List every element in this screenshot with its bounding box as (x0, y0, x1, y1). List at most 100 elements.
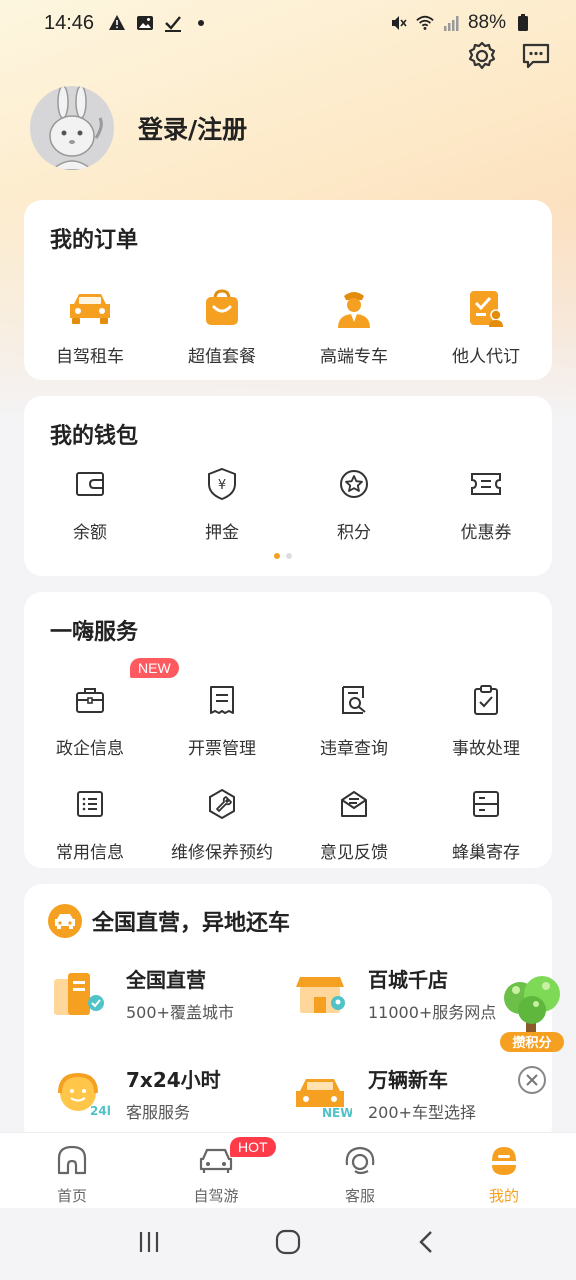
message-chat-icon[interactable] (520, 40, 552, 72)
wallet-label: 优惠券 (460, 523, 512, 543)
wallet-label: 余额 (73, 523, 107, 543)
store-icon (290, 966, 354, 1022)
service-label: 事故处理 (452, 739, 520, 759)
features-title: 全国直营，异地还车 (92, 911, 291, 936)
order-label: 高端专车 (320, 347, 388, 367)
bottom-navigation: 首页 HOT 自驾游 客服 我的 (0, 1132, 576, 1208)
violation-search-icon (339, 680, 369, 720)
feature-subtitle: 200+车型选择 (368, 1103, 476, 1122)
feature-title: 万辆新车 (368, 1068, 448, 1092)
tab-self-drive-tour[interactable]: HOT 自驾游 (144, 1133, 288, 1208)
points-star-icon (338, 464, 370, 504)
wifi-icon (416, 14, 434, 32)
service-label: 意见反馈 (320, 843, 388, 863)
service-violation-query[interactable]: 违章查询 (288, 680, 420, 759)
back-icon[interactable] (414, 1229, 440, 1259)
clipboard-check-icon (471, 680, 501, 720)
home-button-icon[interactable] (274, 1228, 302, 1260)
wallet-balance[interactable]: 余额 (24, 464, 156, 543)
new-car-icon: NEW (290, 1066, 354, 1122)
order-self-drive[interactable]: 自驾租车 (24, 288, 156, 367)
feature-subtitle: 11000+服务网点 (368, 1003, 497, 1022)
image-icon (136, 14, 154, 32)
service-invoice[interactable]: 开票管理 (156, 680, 288, 759)
invoice-icon (207, 680, 237, 720)
chauffeur-icon (335, 288, 373, 328)
tab-mine[interactable]: 我的 (432, 1133, 576, 1208)
page-dot-active (274, 553, 280, 559)
tab-label: 首页 (56, 1187, 87, 1205)
order-book-for-others[interactable]: 他人代订 (420, 288, 552, 367)
support-24h-icon: 24h (48, 1066, 112, 1122)
briefcase-icon (74, 680, 106, 720)
feedback-mail-icon (338, 784, 370, 824)
features-header: 全国直营，异地还车 (48, 904, 290, 938)
profile-section[interactable]: 登录/注册 (30, 86, 247, 170)
recent-apps-icon[interactable] (136, 1229, 162, 1259)
service-locker-storage[interactable]: 蜂巢寄存 (420, 784, 552, 863)
home-icon (55, 1143, 89, 1181)
page-dot (286, 553, 292, 559)
feature-24h-service: 24h 7x24小时 客服服务 (48, 1064, 221, 1123)
service-maintenance[interactable]: 维修保养预约 (156, 784, 288, 863)
profile-icon (487, 1143, 521, 1181)
login-register-link[interactable]: 登录/注册 (138, 110, 247, 146)
wallet-label: 积分 (337, 523, 371, 543)
services-title: 一嗨服务 (50, 620, 139, 645)
feature-subtitle: 500+覆盖城市 (126, 1003, 234, 1022)
features-card: 全国直营，异地还车 全国直营 500+覆盖城市 百城千店 11000+服务网点 … (24, 884, 552, 1144)
feature-new-cars: NEW 万辆新车 200+车型选择 (290, 1064, 476, 1123)
services-card: 一嗨服务 NEW 政企信息 开票管理 违章查询 事故处理 常用信息 维修保养预约… (24, 592, 552, 868)
shopping-bag-icon (203, 288, 241, 328)
building-icon (48, 966, 112, 1022)
mute-icon (390, 14, 408, 32)
tab-home[interactable]: 首页 (0, 1133, 144, 1208)
service-common-info[interactable]: 常用信息 (24, 784, 156, 863)
service-label: 蜂巢寄存 (452, 843, 520, 863)
headset-icon (342, 1143, 378, 1181)
order-value-package[interactable]: 超值套餐 (156, 288, 288, 367)
hot-badge: HOT (230, 1137, 276, 1157)
locker-icon (471, 784, 501, 824)
svg-text:¥: ¥ (218, 478, 226, 493)
page-indicator (274, 553, 292, 559)
wallet-card: 我的钱包 余额 ¥ 押金 积分 优惠券 (24, 396, 552, 576)
wallet-label: 押金 (205, 523, 239, 543)
battery-icon (514, 14, 532, 32)
earn-points-widget[interactable]: 攒积分 (496, 968, 568, 1056)
car-outline-icon (198, 1143, 234, 1181)
warning-icon (108, 14, 126, 32)
svg-text:24h: 24h (90, 1104, 110, 1118)
dot-icon (192, 14, 210, 32)
system-navigation-bar (0, 1208, 576, 1280)
car-badge-icon (48, 904, 82, 938)
svg-text:NEW: NEW (322, 1106, 352, 1119)
feature-title: 全国直营 (126, 968, 206, 992)
service-accident[interactable]: 事故处理 (420, 680, 552, 759)
battery-percent: 88% (467, 12, 506, 33)
service-enterprise-info[interactable]: 政企信息 (24, 680, 156, 759)
wallet-coupons[interactable]: 优惠券 (420, 464, 552, 543)
status-time: 14:46 (44, 11, 95, 34)
feature-stores: 百城千店 11000+服务网点 (290, 964, 496, 1023)
checkmark-icon (164, 14, 182, 32)
service-feedback[interactable]: 意见反馈 (288, 784, 420, 863)
orders-card: 我的订单 自驾租车 超值套餐 高端专车 他人代订 (24, 200, 552, 380)
settings-gear-icon[interactable] (466, 40, 498, 72)
tab-customer-service[interactable]: 客服 (288, 1133, 432, 1208)
wallet-deposit[interactable]: ¥ 押金 (156, 464, 288, 543)
order-premium-chauffeur[interactable]: 高端专车 (288, 288, 420, 367)
feature-subtitle: 客服服务 (126, 1103, 191, 1122)
service-label: 常用信息 (56, 843, 124, 863)
wallet-icon (74, 464, 106, 504)
wallet-points[interactable]: 积分 (288, 464, 420, 543)
feature-nationwide: 全国直营 500+覆盖城市 (48, 964, 234, 1023)
list-icon (75, 784, 105, 824)
new-badge: NEW (130, 658, 179, 678)
deposit-shield-icon: ¥ (206, 464, 238, 504)
close-widget-button[interactable] (518, 1066, 546, 1094)
wrench-icon (206, 784, 238, 824)
service-label: 维修保养预约 (171, 843, 273, 863)
signal-icon (442, 14, 460, 32)
avatar[interactable] (30, 86, 114, 170)
